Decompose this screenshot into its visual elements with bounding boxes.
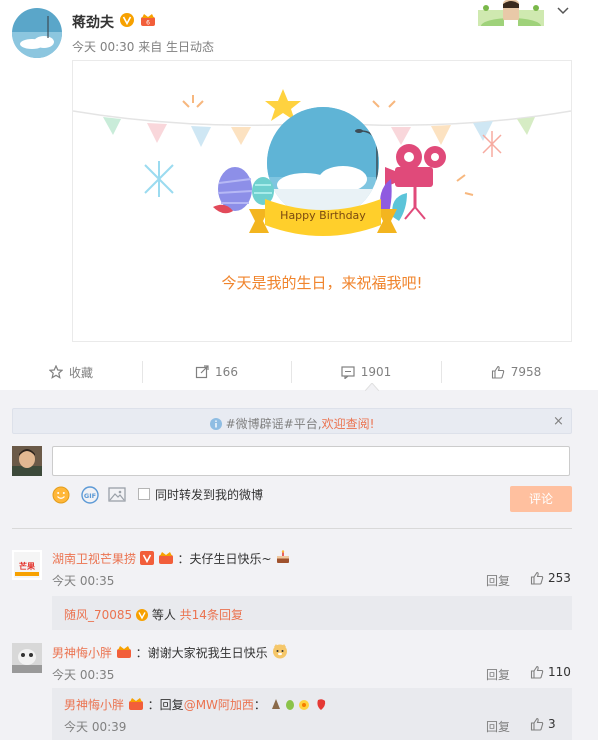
vip-crown-icon (116, 646, 131, 658)
submit-comment-button[interactable]: 评论 (510, 486, 572, 512)
vip-crown-icon (158, 552, 173, 564)
favorite-label: 收藏 (68, 365, 93, 380)
comment-body: 男神悔小胖 ：谢谢大家祝我生日快乐 (52, 643, 288, 661)
commenter-avatar[interactable] (12, 643, 42, 673)
forward-checkbox[interactable] (138, 488, 150, 500)
notice-bar: #微博辟谣#平台,欢迎查阅! × (12, 408, 572, 434)
comment-count: 1901 (360, 365, 392, 379)
emoji-row-icon (271, 699, 325, 710)
verified-badge-icon (139, 551, 154, 565)
sub-reply-text: 等人 (151, 608, 180, 622)
mention-link[interactable]: @MW阿加西 (184, 698, 254, 712)
sub-reply-user[interactable]: 男神悔小胖 (64, 698, 124, 712)
card-decoration-image (478, 0, 544, 34)
comment-like-button[interactable]: 110 (530, 665, 571, 679)
verified-badge-icon (136, 609, 149, 621)
comment-like-count: 253 (548, 571, 571, 585)
sub-reply-time: 今天 00:39 (64, 720, 127, 734)
view-replies-link[interactable]: 共14条回复 (180, 608, 243, 622)
comment-body: 湖南卫视芒果捞 ：夫仔生日快乐~ (52, 549, 291, 567)
image-icon[interactable] (108, 487, 126, 506)
action-bar: 收藏 166 1901 7958 (0, 355, 598, 389)
commenter-avatar[interactable]: 芒果 (12, 550, 42, 580)
birthday-illustration: Happy Birthday (72, 89, 572, 236)
commenter-name[interactable]: 男神悔小胖 (52, 646, 112, 660)
sub-reply-colon: ： (253, 698, 266, 712)
vip-crown-icon: 6 (140, 13, 156, 27)
reply-button[interactable]: 回复 (486, 572, 510, 589)
active-tab-arrow-icon (365, 383, 379, 391)
sub-reply-summary: 随风_70085 等人 共14条回复 (52, 596, 572, 630)
repost-count: 166 (215, 365, 238, 379)
commenter-name[interactable]: 湖南卫视芒果捞 (52, 552, 136, 566)
close-icon[interactable]: × (553, 414, 564, 429)
author-avatar[interactable] (12, 8, 62, 58)
card-message[interactable]: 今天是我的生日，来祝福我吧! (72, 272, 572, 293)
repost-button[interactable]: 166 (142, 355, 291, 389)
reply-button[interactable]: 回复 (486, 718, 510, 735)
like-count: 7958 (510, 365, 542, 379)
svg-text:芒果: 芒果 (19, 561, 35, 571)
comment-like-button[interactable]: 253 (530, 571, 571, 585)
sub-reply: 男神悔小胖 ：回复@MW阿加西： 今天 00:39 回复 3 (52, 688, 572, 740)
cake-emoji-icon (277, 550, 290, 563)
svg-text:GIF: GIF (84, 492, 96, 500)
comment-text: ：夫仔生日快乐~ (177, 552, 272, 566)
comment-input[interactable] (52, 446, 570, 476)
thumbs-up-icon (491, 365, 504, 379)
chevron-down-icon[interactable] (556, 4, 570, 18)
birthday-card[interactable]: Happy Birthday (72, 60, 572, 342)
star-icon (48, 365, 63, 379)
gif-icon[interactable]: GIF (81, 486, 99, 507)
comment-time: 今天 00:35 (52, 574, 115, 588)
comment-text: ：谢谢大家祝我生日快乐 (135, 646, 268, 660)
birthday-banner-text: Happy Birthday (280, 209, 366, 222)
comment-like-count: 3 (548, 717, 556, 731)
repost-icon (195, 365, 209, 379)
emoji-icon[interactable] (52, 486, 70, 507)
verified-badge-icon (120, 13, 134, 27)
thumbs-up-icon (530, 717, 544, 731)
divider (12, 528, 572, 529)
current-user-avatar[interactable] (12, 446, 42, 476)
forward-checkbox-label: 同时转发到我的微博 (155, 488, 264, 502)
comment-time: 今天 00:35 (52, 668, 115, 682)
post-meta: 今天 00:30 来自 生日动态 (72, 40, 215, 54)
thumbs-up-icon (530, 571, 544, 585)
vip-crown-icon (128, 698, 143, 710)
comment-icon (341, 366, 355, 379)
like-button[interactable]: 7958 (441, 355, 591, 389)
svg-text:6: 6 (146, 20, 150, 27)
reply-button[interactable]: 回复 (486, 666, 510, 683)
notice-text: #微博辟谣#平台, (225, 417, 322, 431)
favorite-button[interactable]: 收藏 (0, 355, 142, 389)
doge-emoji-icon (272, 644, 287, 659)
comment-like-count: 110 (548, 665, 571, 679)
sub-reply-user[interactable]: 随风_70085 (64, 608, 132, 622)
author-name[interactable]: 蒋劲夫 (72, 12, 114, 32)
info-icon (209, 418, 222, 430)
sub-reply-text: ：回复 (147, 698, 184, 712)
notice-link[interactable]: 欢迎查阅! (322, 417, 375, 431)
comment-like-button[interactable]: 3 (530, 717, 556, 731)
thumbs-up-icon (530, 665, 544, 679)
